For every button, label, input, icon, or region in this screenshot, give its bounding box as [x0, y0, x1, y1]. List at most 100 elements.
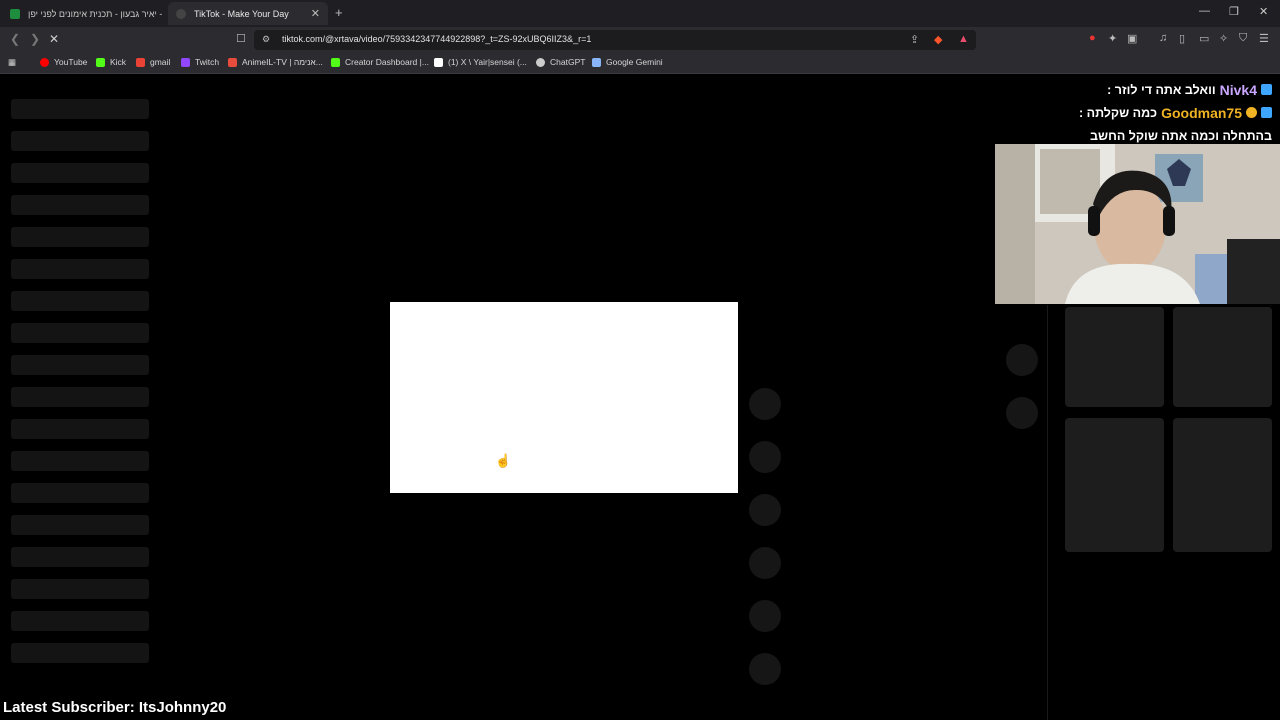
tab-title: יאיר גבעון - תכנית אימונים לפני יפן -	[28, 8, 163, 19]
bookmark-youtube[interactable]: YouTube	[40, 57, 87, 67]
bookmark-button[interactable]	[749, 494, 781, 526]
bookmark-label: YouTube	[54, 57, 88, 67]
hand-cursor-icon: ☝	[495, 453, 512, 468]
leo-ai-icon[interactable]: ✧	[1219, 32, 1228, 45]
sidebar-skeleton-item	[11, 291, 149, 311]
like-button[interactable]	[749, 388, 781, 420]
sidebar-skeleton-item	[11, 579, 149, 599]
sidebar-icon[interactable]: ▯	[1179, 32, 1185, 45]
chat-text: בהתחלה וכמה אתה שוקל החשב	[1090, 128, 1272, 143]
bookmark-icon[interactable]: ☐	[236, 32, 246, 45]
bookmark-label: Creator Dashboard |...	[345, 57, 429, 67]
gmail-icon	[136, 57, 145, 67]
brave-rewards-icon[interactable]: ▲	[958, 33, 969, 45]
sidebar-skeleton-item	[11, 259, 149, 279]
sidebar-skeleton-item	[11, 547, 149, 567]
comment-button[interactable]	[749, 441, 781, 473]
bookmark-chatgpt[interactable]: ChatGPT	[536, 57, 585, 67]
webcam-overlay	[995, 144, 1280, 304]
screenshot-icon[interactable]: ▣	[1127, 32, 1137, 45]
back-icon[interactable]: ❮	[10, 32, 20, 46]
bookmark-x[interactable]: (1) X \ Yair|sensei (...	[434, 57, 527, 67]
apps-icon[interactable]: ▦	[8, 57, 16, 68]
bookmark-label: gmail	[150, 57, 171, 67]
stream-chat-overlay: Nivk4 וואלב אתה די לוזר : Goodman75 כמה …	[1012, 78, 1272, 147]
wallet-icon[interactable]: ▭	[1199, 32, 1209, 45]
sidebar-skeleton-item	[11, 323, 149, 343]
scroll-down-button[interactable]	[1006, 397, 1038, 429]
vpn-icon[interactable]: ⛉	[1239, 32, 1247, 45]
music-button[interactable]	[749, 653, 781, 685]
bookmark-kick[interactable]: Kick	[96, 57, 126, 67]
browser-toolbar: ❮ ❯ ✕ ☐ ⚙ tiktok.com/@xrtava/video/75933…	[0, 27, 1280, 53]
extension-record-icon[interactable]: ●	[1089, 32, 1096, 44]
tab-tiktok[interactable]: TikTok - Make Your Day ✕	[168, 2, 328, 25]
kick-icon	[331, 57, 340, 67]
extensions-icon[interactable]: ✦	[1108, 32, 1117, 45]
gift-badge-icon	[1246, 107, 1257, 118]
kick-icon	[96, 57, 105, 67]
restore-icon[interactable]: ❐	[1229, 5, 1239, 18]
bookmark-label: Twitch	[195, 57, 220, 67]
site-info-icon[interactable]: ⚙	[262, 34, 270, 45]
url-text: tiktok.com/@xrtava/video/759334234774492…	[282, 34, 592, 44]
new-tab-button[interactable]: +	[335, 5, 343, 20]
bookmark-creator-dashboard[interactable]: Creator Dashboard |...	[331, 57, 429, 67]
bookmark-label: Kick	[110, 57, 127, 67]
scroll-up-button[interactable]	[1006, 344, 1038, 376]
animeil-icon	[228, 57, 237, 67]
bookmark-animeil[interactable]: AnimeIL-TV | אנימה...	[228, 57, 323, 67]
gemini-icon	[592, 57, 601, 67]
chat-message: Nivk4 וואלב אתה די לוזר :	[1012, 78, 1272, 101]
sidebar-skeleton-item	[11, 99, 149, 119]
sheets-icon	[10, 8, 20, 19]
address-bar[interactable]: ⚙ tiktok.com/@xrtava/video/7593342347744…	[254, 30, 976, 50]
youtube-icon	[40, 57, 49, 67]
sidebar-skeleton-item	[11, 195, 149, 215]
video-thumbnail[interactable]	[1173, 418, 1272, 552]
subscriber-badge-icon	[1261, 84, 1272, 95]
bookmark-gmail[interactable]: gmail	[136, 57, 170, 67]
chat-text: וואלב אתה די לוזר :	[1107, 82, 1216, 97]
menu-icon[interactable]: ☰	[1259, 32, 1269, 45]
bookmark-label: Google Gemini	[606, 57, 663, 67]
sidebar-skeleton-item	[11, 515, 149, 535]
media-icon[interactable]: ♫	[1159, 32, 1167, 44]
stop-loading-icon[interactable]: ✕	[49, 32, 59, 46]
bookmark-gemini[interactable]: Google Gemini	[592, 57, 663, 67]
share-button[interactable]	[749, 547, 781, 579]
latest-subscriber-label: Latest Subscriber: ItsJohnny20	[3, 699, 227, 716]
subscriber-badge-icon	[1261, 107, 1272, 118]
right-divider	[1047, 305, 1048, 720]
chatgpt-icon	[536, 57, 545, 67]
video-player[interactable]	[390, 302, 738, 493]
video-thumbnail[interactable]	[1065, 307, 1164, 407]
video-thumbnail[interactable]	[1173, 307, 1272, 407]
chat-username: Nivk4	[1219, 81, 1257, 98]
tiktok-icon	[176, 8, 186, 19]
bookmark-twitch[interactable]: Twitch	[181, 57, 219, 67]
webcam-feed-image	[995, 144, 1280, 304]
tab-strip: יאיר גבעון - תכנית אימונים לפני יפן - Ti…	[0, 0, 1280, 27]
bookmark-label: (1) X \ Yair|sensei (...	[448, 57, 527, 67]
chat-username: Goodman75	[1161, 104, 1242, 121]
close-tab-icon[interactable]: ✕	[311, 7, 320, 20]
sidebar-skeleton-item	[11, 483, 149, 503]
sidebar-skeleton-item	[11, 163, 149, 183]
tab-title: TikTok - Make Your Day	[194, 8, 289, 19]
video-thumbnail[interactable]	[1065, 418, 1164, 552]
forward-icon[interactable]: ❯	[30, 32, 40, 46]
brave-shields-icon[interactable]: ◆	[934, 33, 942, 46]
tab-sheet[interactable]: יאיר גבעון - תכנית אימונים לפני יפן -	[2, 2, 168, 25]
sidebar-skeleton-item	[11, 419, 149, 439]
sidebar-skeleton-item	[11, 387, 149, 407]
chat-message: Goodman75 כמה שקלתה :	[1012, 101, 1272, 124]
sidebar-skeleton-item	[11, 131, 149, 151]
action-button[interactable]	[749, 600, 781, 632]
sidebar-skeleton-item	[11, 227, 149, 247]
bookmark-label: ChatGPT	[550, 57, 586, 67]
minimize-icon[interactable]: —	[1199, 5, 1210, 17]
bookmark-label: AnimeIL-TV | אנימה...	[242, 57, 323, 67]
close-window-icon[interactable]: ✕	[1259, 5, 1268, 18]
share-icon[interactable]: ⇪	[910, 33, 919, 46]
